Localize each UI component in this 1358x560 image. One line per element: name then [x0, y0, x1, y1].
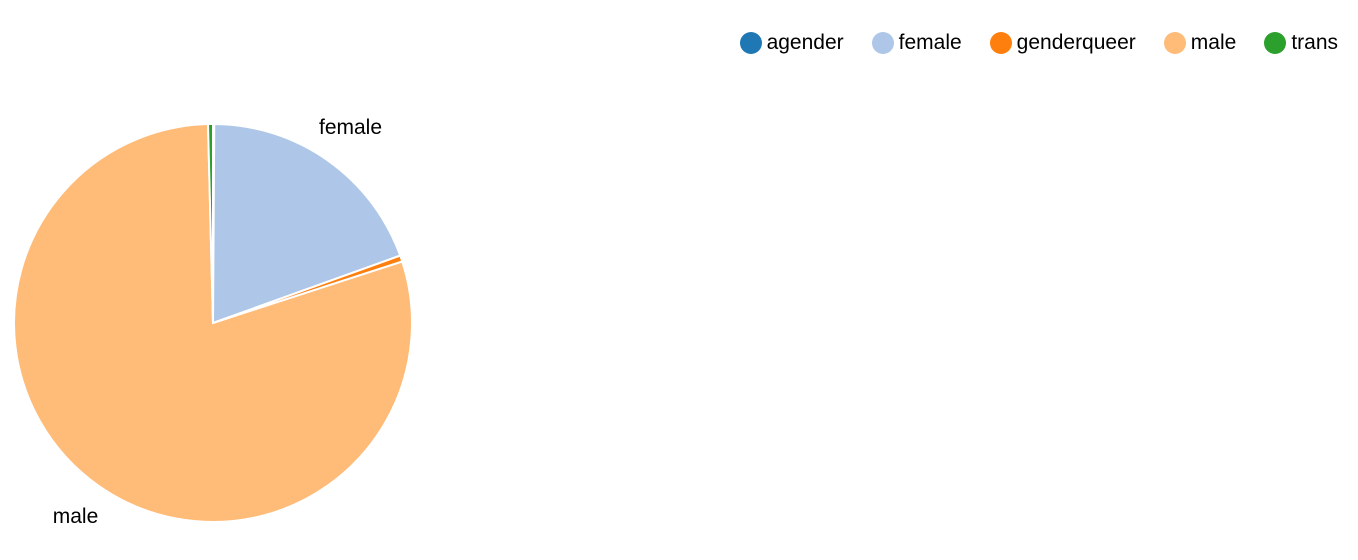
legend-item-agender[interactable]: agender — [739, 29, 844, 57]
legend-item-genderqueer[interactable]: genderqueer — [989, 29, 1136, 57]
legend-label-trans: trans — [1291, 31, 1338, 54]
legend-label-male: male — [1190, 31, 1237, 54]
legend-swatch-agender — [739, 32, 762, 54]
legend-item-male[interactable]: male — [1163, 29, 1237, 57]
legend-label-genderqueer: genderqueer — [1016, 31, 1136, 54]
legend-swatch-trans — [1264, 32, 1287, 54]
legend-item-trans[interactable]: trans — [1264, 29, 1338, 57]
legend-swatch-genderqueer — [989, 32, 1012, 54]
pie-slices — [13, 122, 413, 523]
slice-label-male: male — [53, 505, 99, 528]
pie-chart: female male — [13, 116, 413, 528]
legend: agender female genderqueer male trans — [739, 29, 1338, 57]
legend-label-agender: agender — [766, 31, 844, 54]
slice-label-female: female — [319, 116, 382, 139]
chart-container: female male agender female genderqueer ma… — [0, 0, 1358, 560]
legend-swatch-male — [1163, 32, 1186, 54]
legend-swatch-female — [871, 32, 894, 54]
legend-item-female[interactable]: female — [871, 29, 962, 57]
legend-label-female: female — [898, 31, 962, 54]
